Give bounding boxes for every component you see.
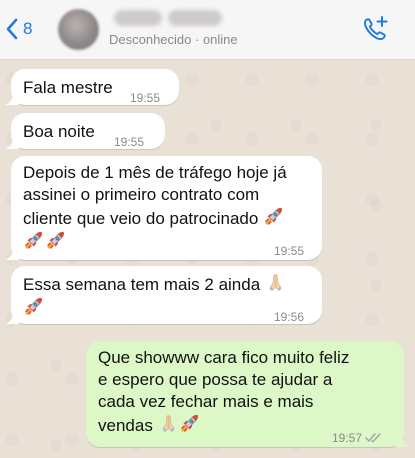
message-time: 19:57 — [332, 427, 383, 449]
message-time: 19:55 — [274, 244, 305, 258]
back-button[interactable]: 8 — [4, 14, 32, 44]
message-time: 19:56 — [274, 310, 305, 324]
read-ticks-icon — [365, 433, 381, 443]
message-text: Boa noite — [23, 122, 95, 141]
message-bubble-incoming[interactable]: Depois de 1 mês de tráfego hoje já assin… — [5, 156, 322, 260]
folded-hands-emoji-icon — [158, 413, 179, 434]
chevron-left-icon — [6, 18, 18, 40]
emoji-line — [23, 230, 287, 254]
emoji-line — [23, 296, 286, 320]
rocket-emoji-icon — [45, 230, 66, 251]
chat-area: Fala mestre 19:55 Boa noite 19:55 Depois… — [0, 61, 415, 458]
message-text-line: Depois de 1 mês de tráfego hoje já — [23, 163, 287, 182]
message-bubble-incoming[interactable]: Fala mestre 19:55 — [5, 69, 179, 105]
message-text-line: vendas — [98, 413, 349, 437]
rocket-emoji-icon — [263, 206, 284, 227]
message-text-line: assinei o primeiro contrato com — [23, 185, 260, 204]
chat-header: 8 Desconhecido · online — [0, 0, 415, 60]
message-text-line: e espero que possa te ajudar a — [98, 370, 333, 389]
rocket-emoji-icon — [23, 296, 44, 317]
unread-count: 8 — [23, 19, 33, 38]
rocket-emoji-icon — [179, 413, 200, 434]
message-text-line: Que showww cara fico muito feliz — [98, 348, 350, 367]
message-bubble-incoming[interactable]: Essa semana tem mais 2 ainda 19:56 — [5, 266, 322, 324]
add-call-button[interactable] — [360, 14, 390, 44]
phone-plus-icon — [364, 16, 388, 40]
message-time: 19:55 — [130, 91, 161, 105]
contact-status: Desconhecido · online — [109, 32, 238, 47]
message-time: 19:55 — [114, 135, 145, 149]
folded-hands-emoji-icon — [265, 272, 286, 293]
contact-name-redacted[interactable] — [114, 8, 226, 28]
avatar[interactable] — [58, 9, 99, 50]
message-text: Fala mestre — [23, 78, 113, 97]
message-bubble-outgoing[interactable]: Que showww cara fico muito feliz e esper… — [86, 341, 410, 449]
message-text-line: cliente que veio do patrocinado — [23, 206, 287, 230]
rocket-emoji-icon — [23, 230, 44, 251]
message-text-line: cada vez fechar mais e mais — [98, 392, 314, 411]
message-text-line: Essa semana tem mais 2 ainda — [23, 272, 286, 296]
message-bubble-incoming[interactable]: Boa noite 19:55 — [5, 113, 165, 149]
